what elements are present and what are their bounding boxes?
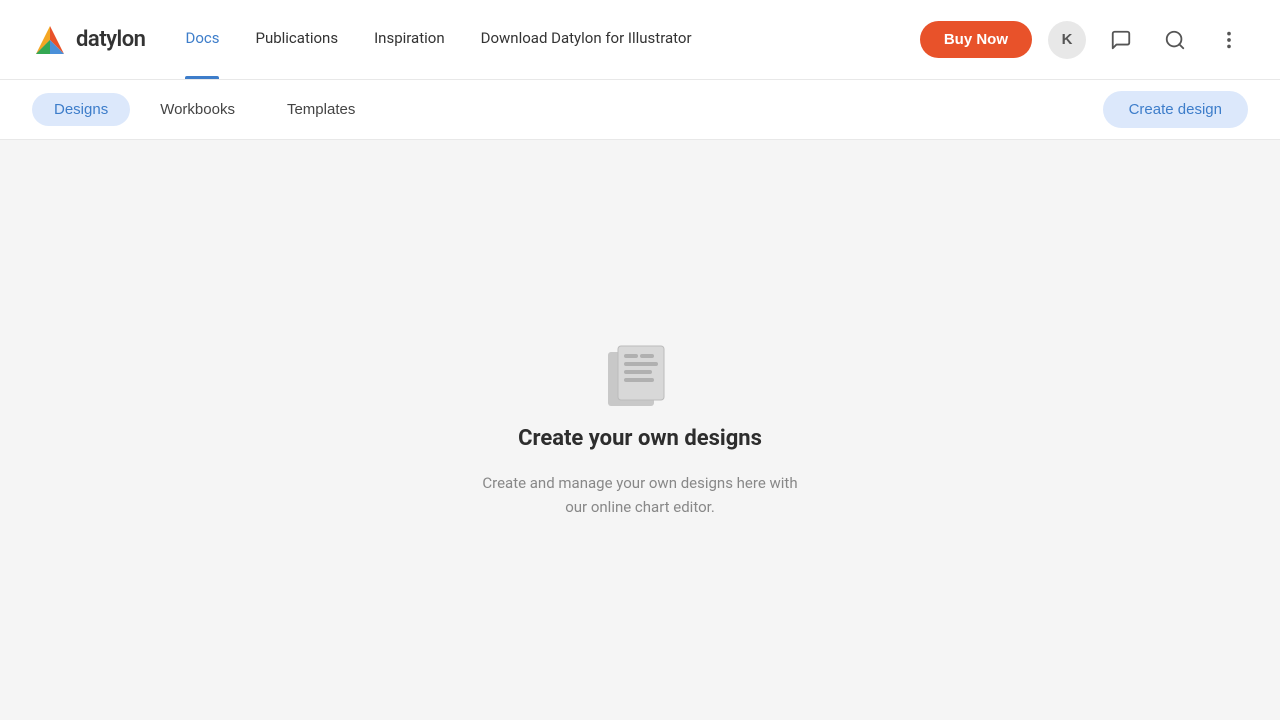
chat-icon-button[interactable]: [1102, 21, 1140, 59]
logo-text: datylon: [76, 27, 145, 52]
nav-link-inspiration[interactable]: Inspiration: [374, 29, 445, 51]
empty-state-title: Create your own designs: [518, 426, 762, 451]
nav-link-publications[interactable]: Publications: [255, 29, 338, 51]
nav-right: Buy Now K: [920, 21, 1248, 59]
user-avatar-button[interactable]: K: [1048, 21, 1086, 59]
tab-designs[interactable]: Designs: [32, 93, 130, 126]
logo-link[interactable]: datylon: [32, 22, 145, 58]
buy-now-button[interactable]: Buy Now: [920, 21, 1032, 58]
search-icon-button[interactable]: [1156, 21, 1194, 59]
empty-state-description: Create and manage your own designs here …: [470, 471, 810, 519]
tabs-left: Designs Workbooks Templates: [32, 93, 377, 126]
more-options-icon: [1218, 29, 1240, 51]
empty-state: Create your own designs Create and manag…: [470, 342, 810, 519]
nav-link-docs[interactable]: Docs: [185, 29, 219, 51]
more-options-button[interactable]: [1210, 21, 1248, 59]
logo-icon: [32, 22, 68, 58]
tab-templates[interactable]: Templates: [265, 93, 377, 126]
search-icon: [1164, 29, 1186, 51]
tab-workbooks[interactable]: Workbooks: [138, 93, 257, 126]
nav-link-download[interactable]: Download Datylon for Illustrator: [481, 29, 692, 51]
navbar: datylon Docs Publications Inspiration Do…: [0, 0, 1280, 80]
create-design-button[interactable]: Create design: [1103, 91, 1248, 128]
tabs-bar: Designs Workbooks Templates Create desig…: [0, 80, 1280, 140]
nav-links: Docs Publications Inspiration Download D…: [185, 29, 919, 51]
empty-state-icon: [600, 342, 680, 406]
chat-icon: [1110, 29, 1132, 51]
main-content: Create your own designs Create and manag…: [0, 140, 1280, 720]
